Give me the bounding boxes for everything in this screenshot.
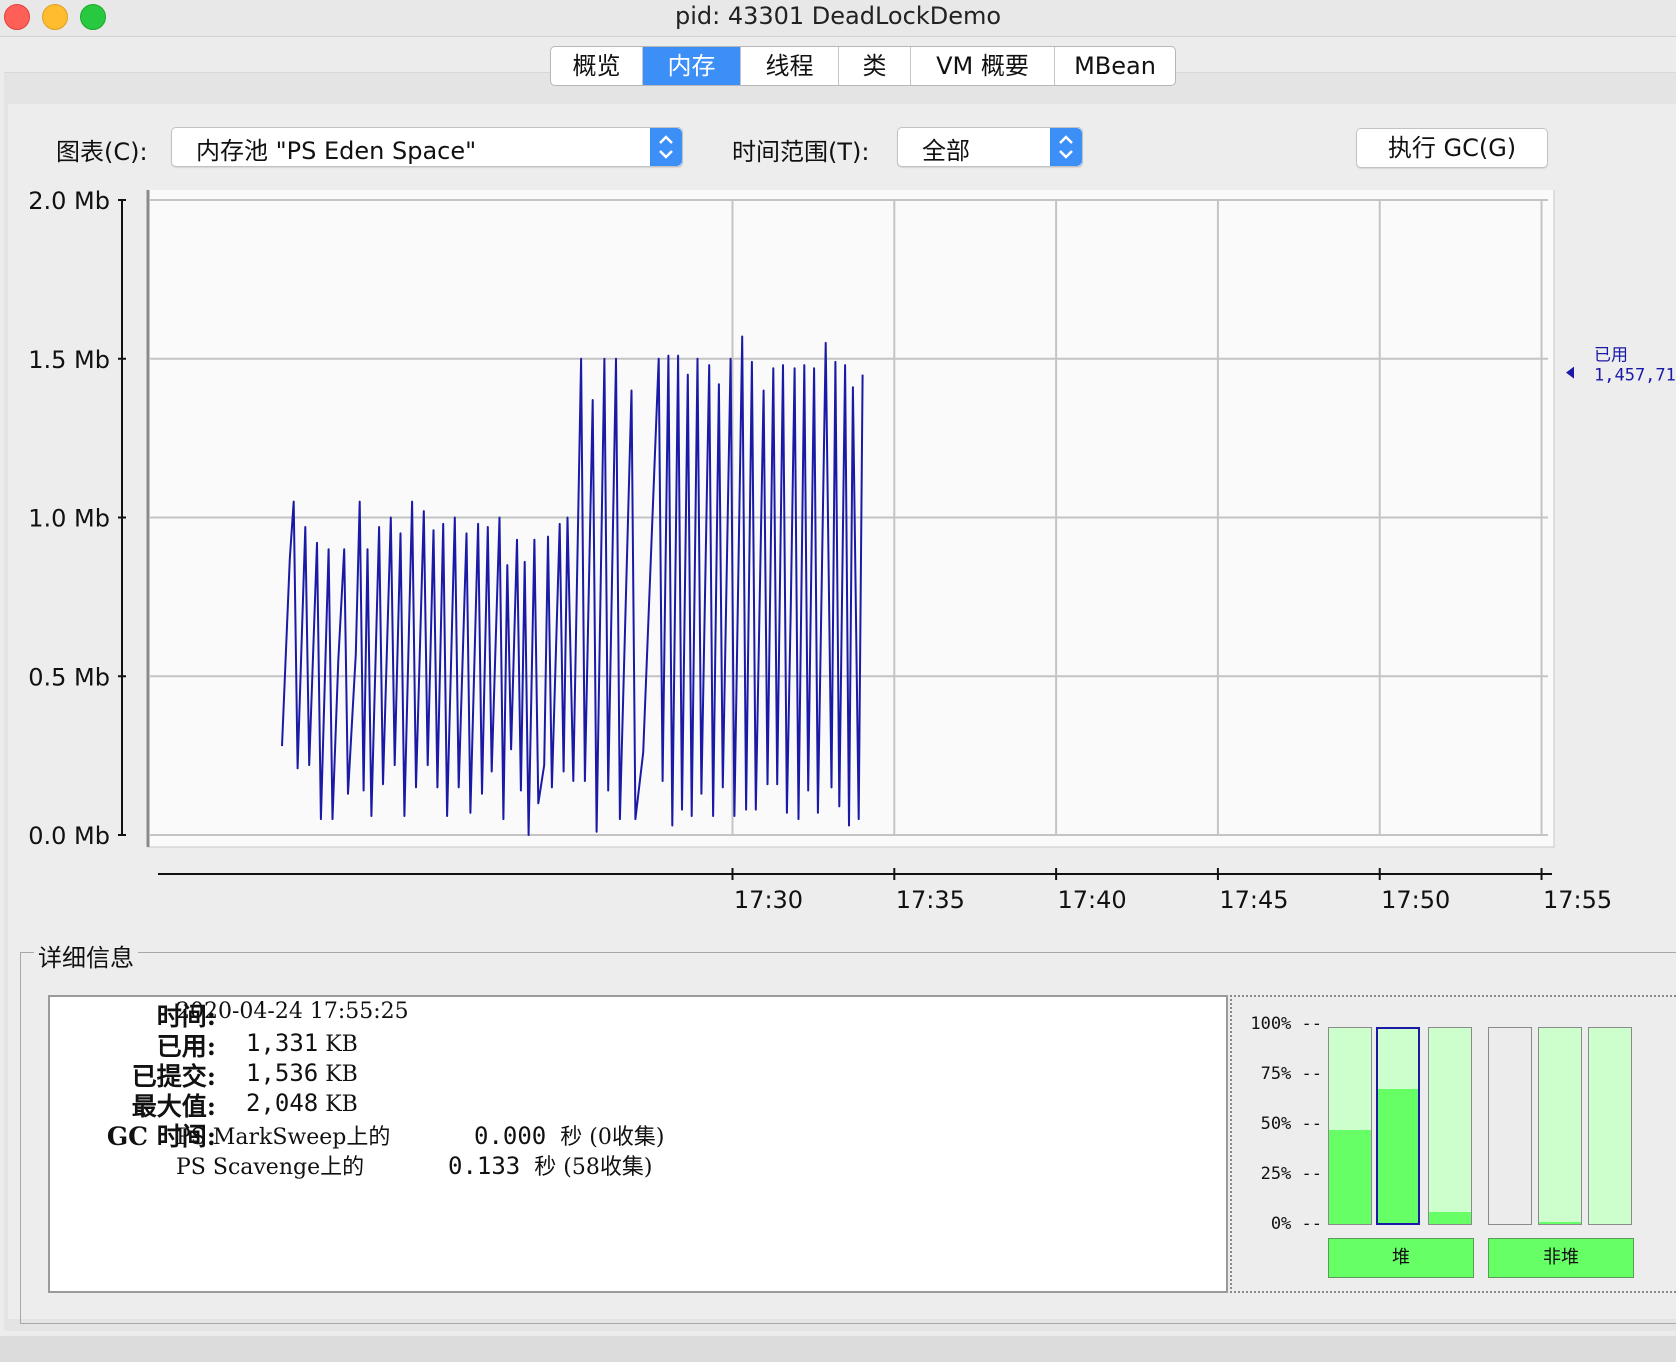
gc-scavenge-name: PS Scavenge上的 <box>176 1155 365 1180</box>
tab-mbean[interactable]: MBean <box>1055 47 1175 85</box>
x-tick-label: 17:55 <box>1543 886 1612 914</box>
tab-memory[interactable]: 内存 <box>643 47 741 85</box>
nonheap-button[interactable]: 非堆 <box>1488 1238 1634 1278</box>
x-tick-label: 17:45 <box>1219 886 1288 914</box>
chevron-up-down-icon <box>659 135 673 159</box>
gc-marksweep-seconds: 0.000 <box>474 1122 547 1150</box>
tab-bar: 概览 内存 线程 类 VM 概要 MBean <box>550 46 1176 86</box>
heap-pool-bar[interactable] <box>1428 1027 1472 1225</box>
gc-marksweep-unit: 秒 (0收集) <box>560 1125 665 1150</box>
x-tick-label: 17:35 <box>896 886 965 914</box>
tab-overview[interactable]: 概览 <box>551 47 643 85</box>
tab-threads[interactable]: 线程 <box>741 47 839 85</box>
committed-number: 1,536 <box>246 1059 319 1087</box>
time-value: 2020-04-24 17:55:25 <box>176 999 409 1024</box>
pool-fill <box>1539 1222 1581 1224</box>
window-title: pid: 43301 DeadLockDemo <box>674 2 1002 30</box>
chart-select[interactable]: 内存池 "PS Eden Space" <box>171 127 683 167</box>
gc-scavenge-unit: 秒 (58收集) <box>534 1155 653 1180</box>
pool-tick-0: 0% -- <box>1270 1214 1322 1234</box>
pool-tick-25: 25% -- <box>1260 1164 1322 1184</box>
y-tick-label: 1.0 Mb <box>28 505 110 533</box>
pool-fill <box>1429 1212 1471 1224</box>
committed-value: 1,536 KB <box>246 1059 358 1087</box>
time-range-value: 全部 <box>922 137 970 165</box>
used-number: 1,331 <box>246 1029 319 1057</box>
gc-scavenge-seconds: 0.133 <box>448 1152 521 1180</box>
pool-tick-100: 100% -- <box>1250 1014 1322 1034</box>
heap-pool-bar-selected[interactable] <box>1376 1027 1420 1225</box>
chart-select-value: 内存池 "PS Eden Space" <box>196 137 477 165</box>
used-unit: KB <box>325 1032 358 1057</box>
gc-marksweep-name: PS MarkSweep上的 <box>176 1125 391 1150</box>
bottom-edge <box>0 1336 1676 1362</box>
y-tick-label: 0.0 Mb <box>28 822 110 850</box>
time-range-select[interactable]: 全部 <box>897 127 1083 167</box>
gc-marksweep-time: 0.000 秒 (0收集) <box>474 1119 664 1151</box>
x-tick-label: 17:40 <box>1058 886 1127 914</box>
chevron-up-down-icon <box>1059 135 1073 159</box>
used-value: 1,331 KB <box>246 1029 358 1057</box>
heap-pool-bar[interactable] <box>1328 1027 1372 1225</box>
y-tick-label: 1.5 Mb <box>28 346 110 374</box>
series-legend-name: 已用 <box>1594 346 1628 366</box>
chart-select-arrow[interactable] <box>650 128 682 166</box>
details-group-title: 详细信息 <box>34 938 138 973</box>
committed-unit: KB <box>325 1062 358 1087</box>
x-tick-label: 17:30 <box>734 886 803 914</box>
series-current-value: 1,457,71 <box>1594 366 1676 386</box>
nonheap-pool-bar[interactable] <box>1588 1027 1632 1225</box>
max-value: 2,048 KB <box>246 1089 358 1117</box>
max-number: 2,048 <box>246 1089 319 1117</box>
heap-button[interactable]: 堆 <box>1328 1238 1474 1278</box>
current-value-marker <box>1566 366 1574 379</box>
pool-fill <box>1378 1089 1418 1223</box>
y-tick-label: 2.0 Mb <box>28 190 110 215</box>
nonheap-pool-bar[interactable] <box>1538 1027 1582 1225</box>
y-tick-label: 0.5 Mb <box>28 663 110 691</box>
details-panel: 时间: 2020-04-24 17:55:25 已用: 1,331 KB 已提交… <box>48 995 1228 1293</box>
max-unit: KB <box>325 1092 358 1117</box>
tab-vm-summary[interactable]: VM 概要 <box>911 47 1055 85</box>
nonheap-pool-bar[interactable] <box>1488 1027 1532 1225</box>
memory-chart: 0.0 Mb 0.5 Mb 1.0 Mb 1.5 Mb 2.0 Mb 17:30 17:35… <box>28 190 1676 914</box>
pool-tick-50: 50% -- <box>1260 1114 1322 1134</box>
perform-gc-button[interactable]: 执行 GC(G) <box>1356 128 1548 168</box>
time-range-label: 时间范围(T): <box>732 138 870 166</box>
gc-scavenge-time: 0.133 秒 (58收集) <box>448 1149 652 1181</box>
time-range-arrow[interactable] <box>1050 128 1082 166</box>
chart-label: 图表(C): <box>56 138 148 166</box>
title-bar: pid: 43301 DeadLockDemo <box>0 0 1676 37</box>
pool-tick-75: 75% -- <box>1260 1064 1322 1084</box>
pool-fill <box>1329 1129 1371 1224</box>
x-tick-label: 17:50 <box>1381 886 1450 914</box>
tab-classes[interactable]: 类 <box>839 47 911 85</box>
